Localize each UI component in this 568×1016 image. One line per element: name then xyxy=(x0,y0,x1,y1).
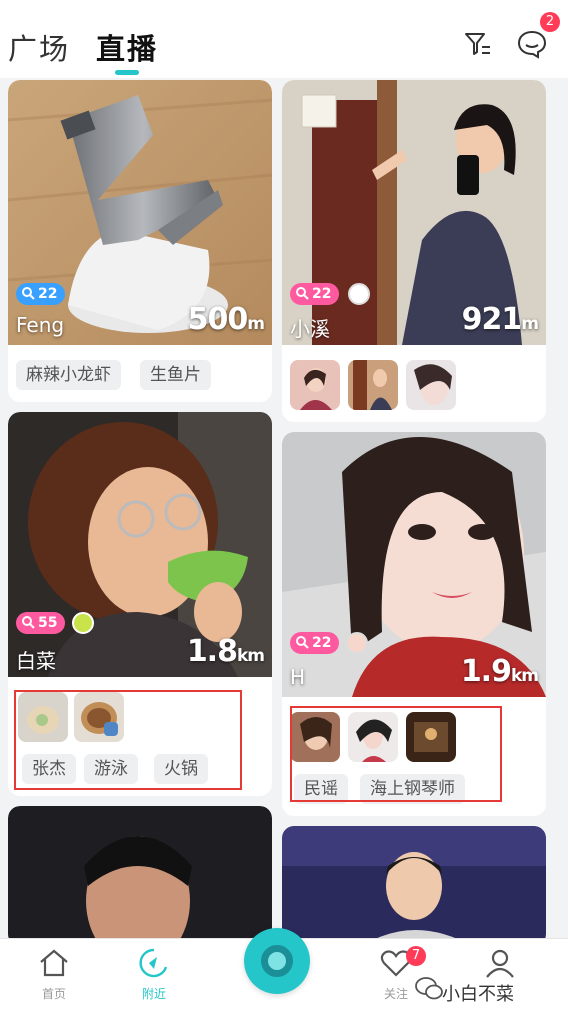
live-card-partial-right[interactable] xyxy=(282,826,546,946)
viewer-thumbnail[interactable] xyxy=(406,360,456,410)
level-icon xyxy=(296,287,309,300)
viewer-thumbnail[interactable] xyxy=(290,360,340,410)
distance-label: 921m xyxy=(461,302,539,337)
nearby-icon xyxy=(139,948,168,978)
level-badge: 55 xyxy=(16,612,66,634)
message-icon[interactable] xyxy=(516,28,548,60)
go-live-button[interactable] xyxy=(244,928,310,994)
card-cover-image: 22 H 1.9km xyxy=(282,432,546,697)
streamer-name: 小溪 xyxy=(290,317,330,341)
interest-tag: 麻辣小龙虾 xyxy=(16,360,121,390)
status-icon xyxy=(348,283,370,305)
top-header: 广场 直播 2 xyxy=(0,0,568,78)
live-card-partial-left[interactable] xyxy=(8,806,272,946)
message-badge: 2 xyxy=(540,12,560,32)
streamer-name: H xyxy=(290,665,306,689)
level-badge: 22 xyxy=(290,632,340,654)
card-cover-image xyxy=(8,806,272,946)
app-screen: 广场 直播 2 22 Feng 500m 麻辣小龙虾 生鱼片 22 小溪 921… xyxy=(0,0,568,1016)
follow-badge: 7 xyxy=(406,946,426,966)
filter-icon[interactable] xyxy=(462,28,494,60)
wechat-icon xyxy=(415,977,443,1000)
viewer-thumbnail[interactable] xyxy=(348,360,398,410)
moon-icon xyxy=(72,612,94,634)
streamer-name: 白菜 xyxy=(16,649,56,673)
live-card-xiaoxi[interactable]: 22 小溪 921m xyxy=(282,80,546,422)
card-cover-image xyxy=(282,826,546,946)
tab-live[interactable]: 直播 xyxy=(96,26,158,68)
interest-tag: 生鱼片 xyxy=(140,360,211,390)
card-cover-image: 22 小溪 921m xyxy=(282,80,546,345)
active-tab-indicator xyxy=(115,70,139,75)
profile-icon xyxy=(486,949,514,978)
distance-label: 1.9km xyxy=(460,654,539,689)
distance-label: 500m xyxy=(187,302,265,337)
card-cover-image: 22 Feng 500m xyxy=(8,80,272,345)
level-badge: 22 xyxy=(16,283,66,305)
level-badge: 22 xyxy=(290,283,340,305)
distance-label: 1.8km xyxy=(186,634,265,669)
annotation-highlight-box xyxy=(290,706,502,802)
tab-plaza[interactable]: 广场 xyxy=(8,26,70,68)
nav-nearby[interactable]: 附近 xyxy=(114,947,194,1002)
level-icon xyxy=(22,616,35,629)
status-icon xyxy=(346,632,368,654)
annotation-highlight-box xyxy=(14,690,242,790)
nav-home[interactable]: 首页 xyxy=(14,947,94,1002)
live-card-feng[interactable]: 22 Feng 500m 麻辣小龙虾 生鱼片 xyxy=(8,80,272,402)
home-icon xyxy=(40,949,68,977)
level-icon xyxy=(296,636,309,649)
live-ring-icon xyxy=(261,945,293,977)
level-icon xyxy=(22,287,35,300)
card-cover-image: 55 白菜 1.8km xyxy=(8,412,272,677)
watermark-text: 小白不菜 xyxy=(442,984,514,1005)
streamer-name: Feng xyxy=(16,313,65,337)
